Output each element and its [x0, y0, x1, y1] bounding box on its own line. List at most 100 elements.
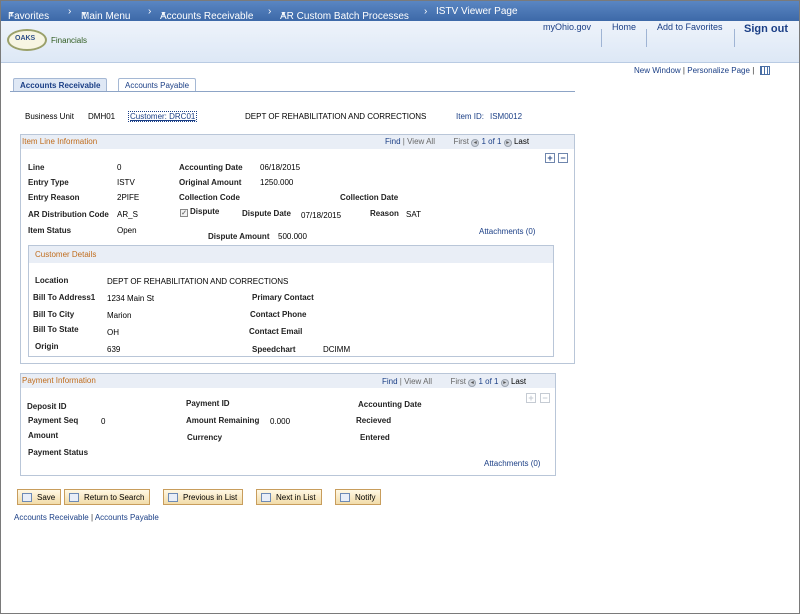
- collection-date-label: Collection Date: [340, 193, 399, 202]
- contact-phone-label: Contact Phone: [250, 310, 307, 319]
- grid-icon[interactable]: [759, 66, 770, 75]
- payment-attachments-link[interactable]: Attachments (0): [484, 459, 540, 468]
- page-links: New Window | Personalize Page |: [634, 66, 770, 75]
- dispute-amount-value: 500.000: [278, 232, 307, 241]
- myohio-link[interactable]: myOhio.gov: [543, 22, 591, 32]
- speedchart-label: Speedchart: [252, 345, 296, 354]
- customer-details-title: Customer Details: [35, 250, 97, 259]
- oaks-logo: OAKS: [7, 29, 47, 51]
- contact-email-label: Contact Email: [249, 327, 303, 336]
- header-divider: [734, 29, 735, 47]
- business-unit-label: Business Unit: [25, 112, 74, 121]
- payment-title: Payment Information: [22, 376, 96, 385]
- view-all-link[interactable]: View All: [404, 377, 432, 386]
- reason-value: SAT: [406, 210, 421, 219]
- previous-in-list-button[interactable]: Previous in List: [163, 489, 244, 505]
- footer-accounts-receivable-link[interactable]: Accounts Receivable: [14, 513, 89, 522]
- header-divider: [601, 29, 602, 47]
- add-row-icon[interactable]: +: [545, 153, 555, 163]
- find-link[interactable]: Find: [382, 377, 398, 386]
- previous-arrow-icon[interactable]: ◂: [468, 379, 477, 387]
- breadcrumb-current-page: ISTV Viewer Page: [436, 6, 518, 17]
- currency-label: Currency: [187, 433, 223, 442]
- next-arrow-icon[interactable]: ▸: [503, 139, 512, 147]
- find-link[interactable]: Find: [385, 137, 401, 146]
- item-status-value: Open: [117, 226, 137, 235]
- previous-arrow-icon[interactable]: ◂: [471, 139, 480, 147]
- accounting-date-value: 06/18/2015: [260, 163, 301, 172]
- add-to-favorites-link[interactable]: Add to Favorites: [657, 22, 723, 32]
- next-in-list-label: Next in List: [276, 493, 316, 502]
- home-link[interactable]: Home: [612, 22, 636, 32]
- tab-accounts-receivable[interactable]: Accounts Receivable: [13, 78, 108, 92]
- footer-links: Accounts Receivable | Accounts Payable: [14, 513, 159, 522]
- payment-seq-value: 0: [101, 417, 106, 426]
- chevron-down-icon: ▼: [280, 11, 287, 18]
- link-separator: |: [752, 66, 755, 75]
- chevron-down-icon: ▼: [160, 11, 167, 18]
- save-button[interactable]: Save: [17, 489, 62, 505]
- amount-label: Amount: [28, 431, 59, 440]
- chevron-down-icon: ▼: [8, 11, 15, 18]
- deposit-id-label: Deposit ID: [27, 402, 67, 411]
- sign-out-link[interactable]: Sign out: [744, 23, 788, 35]
- notify-icon: [340, 493, 350, 502]
- delete-row-icon[interactable]: −: [558, 153, 568, 163]
- location-label: Location: [35, 276, 69, 285]
- payment-id-label: Payment ID: [186, 399, 230, 408]
- row-range: 1 of 1: [481, 137, 502, 146]
- item-id-value: ISM0012: [490, 112, 523, 121]
- header-banner: OAKS Financials myOhio.gov Home Add to F…: [1, 21, 799, 63]
- entry-reason-label: Entry Reason: [28, 193, 80, 202]
- dispute-date-label: Dispute Date: [242, 209, 291, 218]
- accounting-date-label: Accounting Date: [179, 163, 243, 172]
- dispute-field: ✓ Dispute: [180, 207, 219, 217]
- customer-name: DEPT OF REHABILITATION AND CORRECTIONS: [245, 112, 427, 121]
- tab-accounts-payable[interactable]: Accounts Payable: [118, 78, 197, 92]
- speedchart-value: DCIMM: [323, 345, 351, 354]
- last-label[interactable]: Last: [511, 377, 526, 386]
- top-navigation-bar: Favorites ▼ › Main Menu ▼ › Accounts Rec…: [1, 1, 799, 22]
- last-label[interactable]: Last: [514, 137, 529, 146]
- previous-icon: [168, 493, 178, 502]
- notify-label: Notify: [355, 493, 376, 502]
- view-all-link[interactable]: View All: [407, 137, 435, 146]
- next-arrow-icon[interactable]: ▸: [500, 379, 509, 387]
- item-id-label: Item ID:: [456, 112, 485, 121]
- next-in-list-button[interactable]: Next in List: [256, 489, 322, 505]
- link-separator: |: [682, 66, 685, 75]
- bill-to-address-value: 1234 Main St: [107, 294, 155, 303]
- notify-button[interactable]: Notify: [335, 489, 382, 505]
- return-to-search-button[interactable]: Return to Search: [64, 489, 151, 505]
- customer-details-header: Customer Details: [29, 246, 553, 263]
- footer-accounts-payable-link[interactable]: Accounts Payable: [95, 513, 159, 522]
- bill-to-city-label: Bill To City: [33, 310, 75, 319]
- payment-seq-label: Payment Seq: [28, 416, 79, 425]
- breadcrumb-separator-icon: ›: [68, 6, 72, 17]
- item-status-label: Item Status: [28, 226, 72, 235]
- save-button-label: Save: [37, 493, 56, 502]
- dispute-checkbox[interactable]: ✓: [180, 209, 188, 217]
- header-divider: [646, 29, 647, 47]
- payment-accounting-date-label: Accounting Date: [358, 400, 422, 409]
- new-window-link[interactable]: New Window: [634, 66, 681, 75]
- first-label[interactable]: First: [453, 137, 469, 146]
- chevron-down-icon: ▼: [81, 11, 88, 18]
- previous-in-list-label: Previous in List: [183, 493, 238, 502]
- entry-type-label: Entry Type: [28, 178, 69, 187]
- business-unit-value: DMH01: [88, 112, 116, 121]
- row-range: 1 of 1: [478, 377, 499, 386]
- personalize-page-link[interactable]: Personalize Page: [687, 66, 750, 75]
- first-label[interactable]: First: [450, 377, 466, 386]
- entered-label: Entered: [360, 433, 390, 442]
- breadcrumb-separator-icon: ›: [148, 6, 152, 17]
- customer-link[interactable]: Customer: DRC01: [128, 111, 198, 122]
- logo-text: OAKS: [15, 35, 36, 42]
- dispute-date-value: 07/18/2015: [301, 211, 342, 220]
- origin-value: 639: [107, 345, 121, 354]
- item-attachments-link[interactable]: Attachments (0): [479, 227, 535, 236]
- line-value: 0: [117, 163, 122, 172]
- ar-distribution-code-value: AR_S: [117, 210, 138, 219]
- bill-to-state-label: Bill To State: [33, 325, 79, 334]
- ar-distribution-code-label: AR Distribution Code: [28, 210, 109, 219]
